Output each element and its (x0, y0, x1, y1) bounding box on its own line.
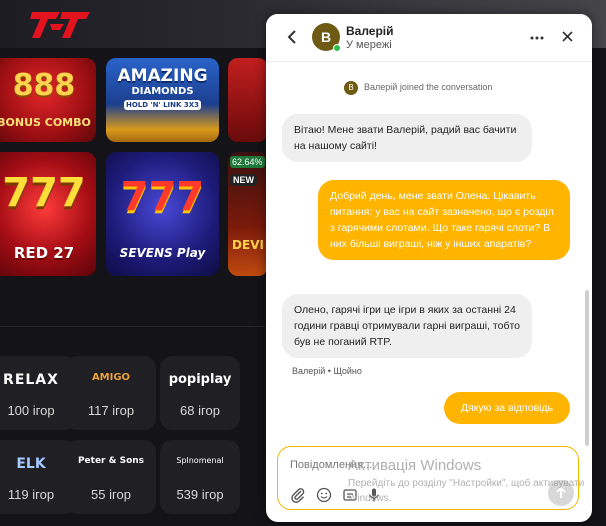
provider-card-elk[interactable]: ELK 119 ігор (0, 440, 76, 514)
message-bubble-user: Дякую за відповідь (444, 392, 570, 424)
provider-count: 68 ігор (180, 403, 220, 418)
provider-card-relax[interactable]: RELAX 100 ігор (0, 356, 76, 430)
provider-logo: ELK (16, 456, 46, 472)
game-subtitle: BONUS COMBO (0, 116, 91, 129)
emoji-button[interactable] (316, 487, 334, 505)
joined-avatar: B (344, 81, 358, 95)
provider-card-splnomenal[interactable]: Splnomenal 539 ігор (160, 440, 240, 514)
provider-count: 117 ігор (87, 403, 135, 418)
message-bubble-agent: Вітаю! Мене звати Валерій, радий вас бач… (282, 114, 532, 162)
chat-widget: B Валерій У мережі B Валерій joined the … (266, 14, 592, 522)
attach-button[interactable] (290, 487, 308, 505)
scrollbar[interactable] (585, 290, 589, 446)
provider-count: 55 ігор (91, 487, 131, 502)
back-button[interactable] (282, 26, 302, 48)
provider-card-amigo[interactable]: AMIGO 117 ігор (66, 356, 156, 430)
send-arrow-icon (556, 486, 566, 498)
close-button[interactable] (558, 26, 576, 46)
provider-count: 100 ігор (7, 403, 55, 418)
game-subtitle: DIAMONDS (131, 86, 194, 97)
send-button[interactable] (548, 480, 574, 506)
provider-card-popiplay[interactable]: popiplay 68 ігор (160, 356, 240, 430)
game-tile-partial-top[interactable] (228, 58, 268, 142)
provider-card-peter-sons[interactable]: Peter & Sons 55 ігор (66, 440, 156, 514)
casino-logo[interactable] (30, 10, 92, 40)
game-tile-red-27[interactable]: 777 RED 27 (0, 152, 96, 276)
message-bubble-agent: Олено, гарячі ігри це ігри в яких за ост… (282, 294, 532, 358)
provider-count: 119 ігор (7, 487, 55, 502)
agent-status: У мережі (346, 39, 392, 51)
joined-message: joined the conversation (399, 82, 493, 92)
game-extra: HOLD 'N' LINK 3X3 (124, 100, 201, 110)
game-tile-sevens-play[interactable]: 777 SEVENS Play (106, 152, 219, 276)
chevron-left-icon (287, 30, 296, 44)
game-title: 777 (2, 170, 86, 216)
provider-logo: Peter & Sons (77, 456, 145, 466)
message-composer (277, 446, 579, 510)
game-tile-amazing-diamonds[interactable]: AMAZING DIAMONDS HOLD 'N' LINK 3X3 (106, 58, 219, 142)
game-subtitle: SEVENS Play (119, 246, 206, 260)
provider-count: 539 ігор (176, 487, 224, 502)
provider-logo: Splnomenal (176, 456, 224, 465)
provider-logo: popiplay (168, 372, 232, 387)
smile-icon (316, 487, 332, 503)
game-title: 777 (120, 174, 205, 220)
game-title: AMAZING (117, 66, 208, 86)
game-tile-devil[interactable]: 62.64% NEW DEVI (228, 152, 268, 276)
message-bubble-user: Добрий день, мене звати Олена. Цікавить … (318, 180, 570, 260)
chat-header: B Валерій У мережі (266, 14, 592, 62)
message-meta: Валерій • Щойно (292, 366, 362, 376)
joined-name: Валерій (364, 82, 398, 92)
microphone-icon (368, 488, 380, 502)
provider-logo: RELAX (3, 372, 59, 388)
game-title: 888 (12, 68, 76, 103)
message-input[interactable] (290, 455, 550, 475)
image-icon (343, 489, 357, 501)
more-horizontal-icon (530, 36, 544, 40)
rtp-badge: 62.64% (230, 156, 265, 168)
paperclip-icon (291, 488, 305, 503)
new-badge: NEW (230, 174, 257, 186)
joined-text: Валерій joined the conversation (364, 82, 492, 92)
game-subtitle: RED 27 (13, 244, 75, 262)
online-status-dot (333, 44, 341, 52)
provider-logo: AMIGO (91, 372, 131, 383)
more-options-button[interactable] (528, 26, 546, 46)
agent-name: Валерій (346, 24, 394, 38)
game-title: DEVI (232, 238, 264, 252)
gif-button[interactable] (342, 487, 360, 505)
close-icon (561, 31, 573, 42)
voice-button[interactable] (366, 487, 384, 505)
section-divider (0, 326, 266, 327)
game-tile-888-bonus-combo[interactable]: 888 BONUS COMBO (0, 58, 96, 142)
